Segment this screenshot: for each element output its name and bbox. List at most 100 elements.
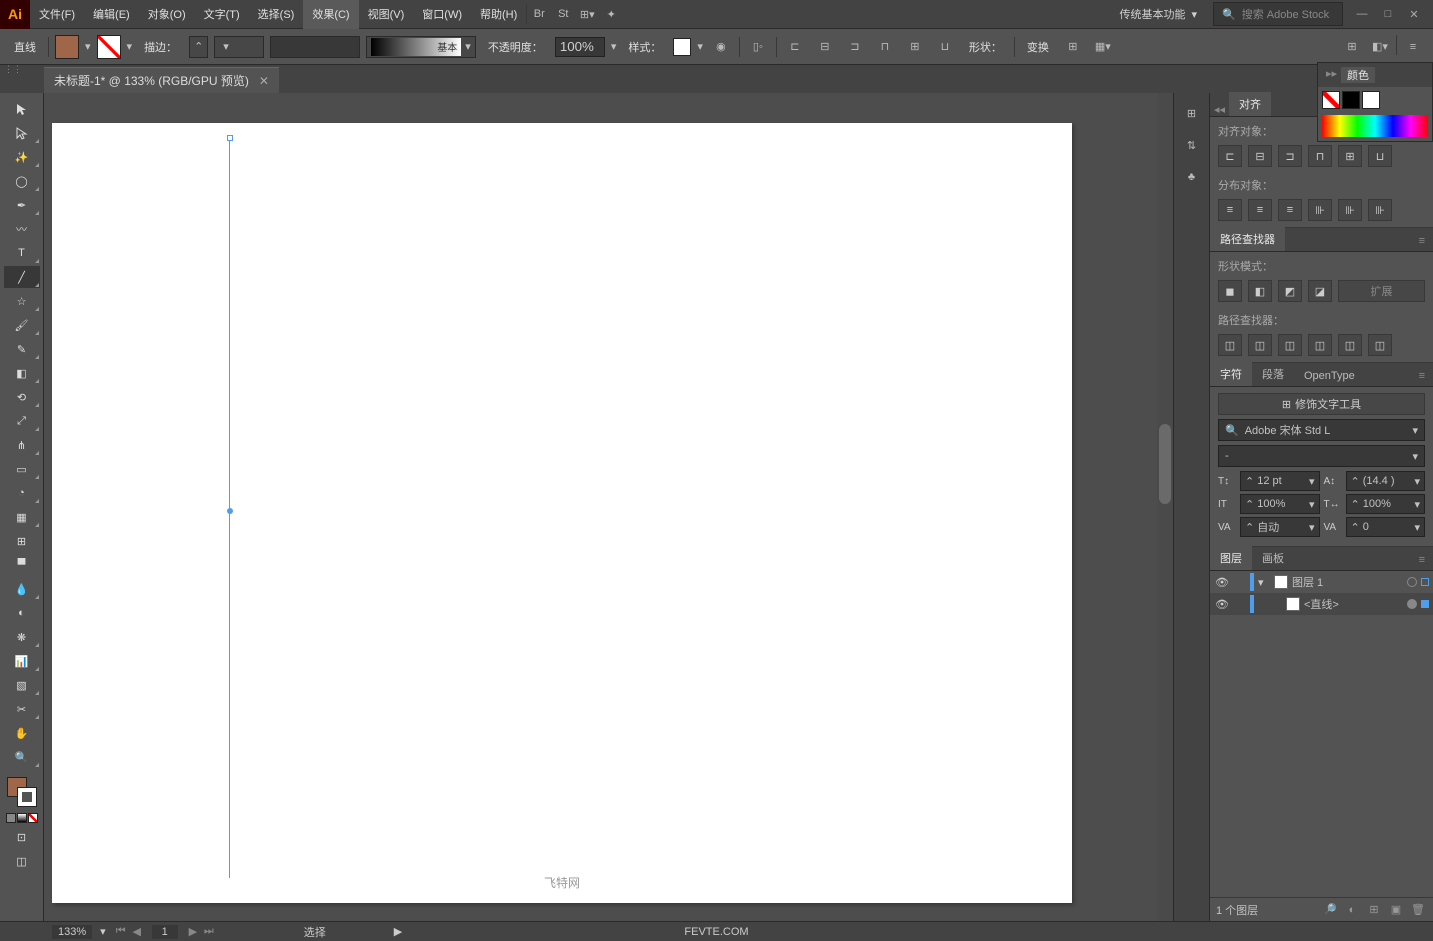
- panel-menu-icon[interactable]: ≡: [1411, 366, 1433, 386]
- line-tool[interactable]: ╱: [4, 266, 40, 288]
- menu-select[interactable]: 选择(S): [249, 0, 304, 29]
- blend-tool[interactable]: ◐: [4, 602, 40, 624]
- chevron-down-icon[interactable]: ▾: [85, 40, 91, 53]
- dock-libraries-icon[interactable]: ⇅: [1180, 133, 1204, 157]
- layer-row[interactable]: 👁 ▾ 图层 1: [1210, 571, 1433, 593]
- minus-back-icon[interactable]: ◫: [1368, 334, 1392, 356]
- layer-name[interactable]: 图层 1: [1292, 574, 1323, 590]
- opentype-tab[interactable]: OpenType: [1294, 366, 1365, 386]
- align-tab[interactable]: 对齐: [1229, 92, 1271, 116]
- tracking-input[interactable]: ⌃0▾: [1346, 517, 1426, 537]
- selection-anchor-mid[interactable]: [227, 508, 233, 514]
- halign-right-icon[interactable]: ⊐: [843, 35, 867, 59]
- artboards-tab[interactable]: 画板: [1252, 546, 1294, 570]
- search-stock-input[interactable]: 🔍 搜索 Adobe Stock: [1213, 2, 1343, 26]
- minus-front-icon[interactable]: ◧: [1248, 280, 1272, 302]
- paintbrush-tool[interactable]: 🖌: [4, 314, 40, 336]
- minimize-button[interactable]: —: [1351, 5, 1373, 23]
- scale-tool[interactable]: ⤢: [4, 410, 40, 432]
- toolbox-grip[interactable]: ⋮⋮: [4, 64, 22, 75]
- stroke-width-dropdown[interactable]: ▾: [214, 36, 264, 58]
- scrollbar-vertical[interactable]: [1157, 93, 1173, 921]
- font-style-dropdown[interactable]: -▾: [1218, 445, 1425, 467]
- maximize-button[interactable]: □: [1377, 5, 1399, 23]
- curvature-tool[interactable]: 〰: [4, 218, 40, 240]
- expand-icon[interactable]: ◂◂: [1210, 103, 1229, 116]
- dist-bottom-icon[interactable]: ≡: [1278, 199, 1302, 221]
- mesh-tool[interactable]: ⊞: [4, 530, 40, 552]
- white-swatch[interactable]: [1362, 91, 1380, 109]
- align-vcenter-icon[interactable]: ⊞: [1338, 145, 1362, 167]
- crop-icon[interactable]: ◫: [1308, 334, 1332, 356]
- locate-icon[interactable]: 🔎: [1321, 901, 1339, 919]
- screen-mode[interactable]: ⊡: [4, 826, 40, 848]
- valign-top-icon[interactable]: ⊓: [873, 35, 897, 59]
- stock-icon[interactable]: St: [551, 2, 575, 26]
- menu-view[interactable]: 视图(V): [359, 0, 414, 29]
- character-tab[interactable]: 字符: [1210, 362, 1252, 386]
- align-hcenter-icon[interactable]: ⊟: [1248, 145, 1272, 167]
- dist-top-icon[interactable]: ≡: [1218, 199, 1242, 221]
- gpu-icon[interactable]: ✦: [599, 2, 623, 26]
- color-mode[interactable]: [6, 813, 16, 823]
- rotate-tool[interactable]: ⟲: [4, 386, 40, 408]
- selection-tool[interactable]: [4, 98, 40, 120]
- color-tab[interactable]: 颜色: [1341, 67, 1375, 83]
- workspace-dropdown[interactable]: 传统基本功能▾: [1111, 2, 1205, 26]
- isolate-icon[interactable]: ▦▾: [1091, 35, 1115, 59]
- profile-dropdown[interactable]: 基本▾: [366, 36, 476, 58]
- dist-hcenter-icon[interactable]: ⊪: [1338, 199, 1362, 221]
- align-right-icon[interactable]: ⊐: [1278, 145, 1302, 167]
- shape-builder-tool[interactable]: ◔: [4, 482, 40, 504]
- hand-tool[interactable]: ✋: [4, 722, 40, 744]
- canvas[interactable]: 飞特网: [44, 93, 1173, 921]
- visibility-icon[interactable]: 👁: [1214, 598, 1230, 611]
- dist-right-icon[interactable]: ⊪: [1368, 199, 1392, 221]
- valign-middle-icon[interactable]: ⊞: [903, 35, 927, 59]
- menu-help[interactable]: 帮助(H): [471, 0, 526, 29]
- first-artboard-icon[interactable]: ⏮: [114, 925, 128, 939]
- fill-stroke-control[interactable]: [7, 777, 37, 807]
- pencil-tool[interactable]: ✎: [4, 338, 40, 360]
- halign-left-icon[interactable]: ⊏: [783, 35, 807, 59]
- expand-arrow-icon[interactable]: ▾: [1258, 576, 1270, 589]
- fill-swatch[interactable]: [55, 35, 79, 59]
- menu-window[interactable]: 窗口(W): [413, 0, 471, 29]
- halign-center-icon[interactable]: ⊟: [813, 35, 837, 59]
- font-size-input[interactable]: ⌃12 pt▾: [1240, 471, 1320, 491]
- align-to-icon[interactable]: ◧▾: [1368, 35, 1392, 59]
- stroke-swatch[interactable]: [97, 35, 121, 59]
- zoom-level[interactable]: 133%: [52, 925, 92, 939]
- menu-effect[interactable]: 效果(C): [303, 0, 358, 29]
- paragraph-tab[interactable]: 段落: [1252, 362, 1294, 386]
- slice-tool[interactable]: ✂: [4, 698, 40, 720]
- dist-vcenter-icon[interactable]: ≡: [1248, 199, 1272, 221]
- close-button[interactable]: ✕: [1403, 5, 1425, 23]
- dock-properties-icon[interactable]: ⊞: [1180, 101, 1204, 125]
- pathfinder-tab[interactable]: 路径查找器: [1210, 227, 1285, 251]
- eraser-tool[interactable]: ◧: [4, 362, 40, 384]
- none-mode[interactable]: [28, 813, 38, 823]
- selection-handle-top[interactable]: [227, 135, 233, 141]
- selected-line-object[interactable]: [229, 138, 230, 878]
- prev-artboard-icon[interactable]: ◀: [130, 925, 144, 939]
- lasso-tool[interactable]: ◯: [4, 170, 40, 192]
- stroke-color[interactable]: [17, 787, 37, 807]
- pen-tool[interactable]: ✒: [4, 194, 40, 216]
- dist-left-icon[interactable]: ⊪: [1308, 199, 1332, 221]
- type-tool[interactable]: T: [4, 242, 40, 264]
- new-sublayer-icon[interactable]: ⊞: [1365, 901, 1383, 919]
- bridge-icon[interactable]: Br: [527, 2, 551, 26]
- align-left-icon[interactable]: ▯◦: [746, 35, 770, 59]
- black-swatch[interactable]: [1342, 91, 1360, 109]
- expand-icon[interactable]: ▸▸: [1326, 67, 1337, 83]
- align-left-icon[interactable]: ⊏: [1218, 145, 1242, 167]
- exclude-icon[interactable]: ◪: [1308, 280, 1332, 302]
- width-tool[interactable]: ⋔: [4, 434, 40, 456]
- sublayer-name[interactable]: <直线>: [1304, 596, 1339, 612]
- menu-type[interactable]: 文字(T): [195, 0, 249, 29]
- panel-menu-icon[interactable]: ≡: [1411, 550, 1433, 570]
- expand-button[interactable]: 扩展: [1338, 280, 1425, 302]
- valign-bottom-icon[interactable]: ⊔: [933, 35, 957, 59]
- panel-menu-icon[interactable]: ≡: [1411, 231, 1433, 251]
